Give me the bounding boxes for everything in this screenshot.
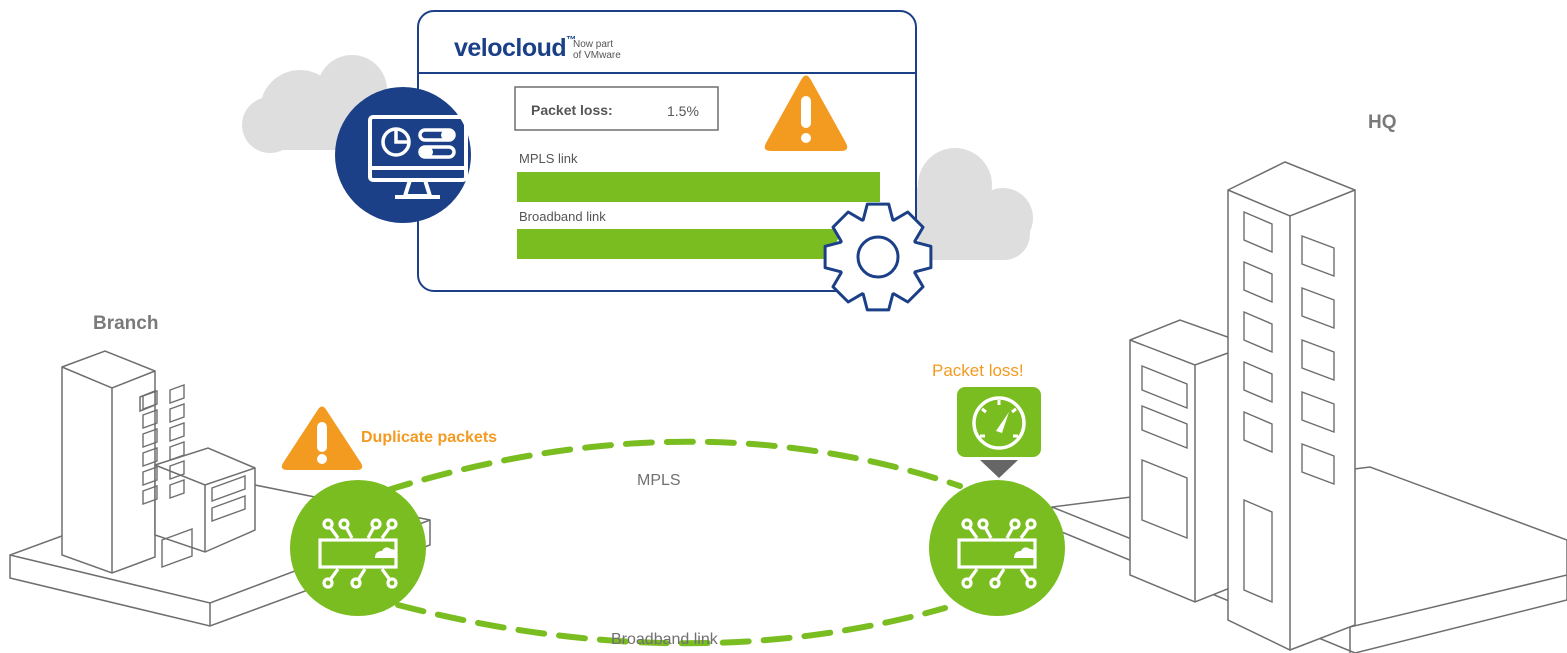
mpls-connection-label: MPLS bbox=[637, 472, 681, 489]
brand-logo: velocloud™ bbox=[454, 36, 576, 61]
packet-loss-alert-label: Packet loss! bbox=[932, 361, 1024, 380]
branch-edge-device-icon bbox=[290, 480, 426, 616]
broadband-connection-label: Broadband link bbox=[611, 631, 718, 648]
speedometer-icon bbox=[957, 387, 1041, 457]
hq-label: HQ bbox=[1368, 112, 1397, 133]
monitor-dashboard-icon bbox=[335, 87, 471, 223]
mpls-link-label: MPLS link bbox=[519, 151, 578, 166]
duplicate-packets-label: Duplicate packets bbox=[361, 429, 498, 446]
gear-outline bbox=[823, 202, 933, 312]
hq-edge-device-icon bbox=[929, 480, 1065, 616]
mpls-link-bar bbox=[517, 172, 880, 202]
branch-label: Branch bbox=[93, 313, 159, 334]
metric-label: Packet loss: bbox=[531, 102, 613, 118]
brand-tagline-line2: of VMware bbox=[573, 50, 621, 61]
hq-building bbox=[1051, 161, 1567, 653]
gear-icon bbox=[823, 202, 933, 312]
chevron-down-icon bbox=[980, 460, 1018, 478]
broadband-link-label: Broadband link bbox=[519, 209, 606, 224]
brand-word: velocloud bbox=[454, 34, 567, 62]
metric-value: 1.5% bbox=[667, 103, 699, 119]
branch-warning-icon bbox=[281, 406, 363, 470]
brand-tagline: Now part of VMware bbox=[573, 39, 621, 61]
brand-tagline-line1: Now part bbox=[573, 39, 614, 50]
broadband-link-bar bbox=[517, 229, 850, 259]
